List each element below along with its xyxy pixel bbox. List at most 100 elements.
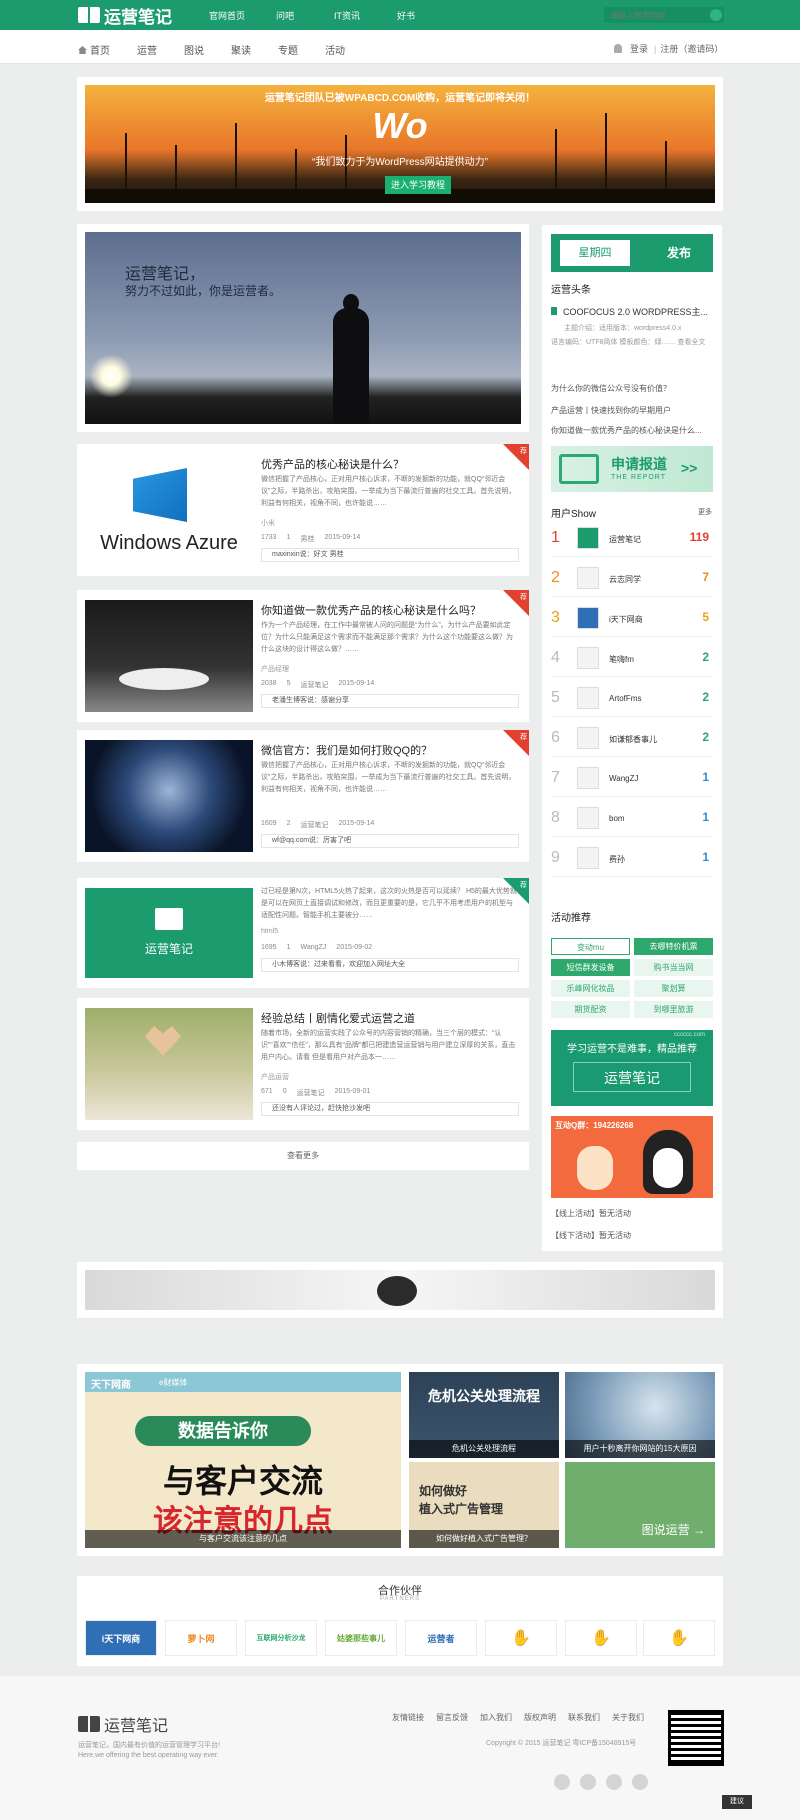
nav-topics[interactable]: 专题 — [278, 42, 298, 57]
more-link[interactable]: 更多 — [698, 507, 712, 517]
gallery-more-button[interactable]: 图说运营 → — [565, 1462, 715, 1548]
load-more-button[interactable]: 查看更多 — [77, 1142, 529, 1170]
nav-operation[interactable]: 运营 — [137, 42, 157, 57]
partner-logo[interactable]: 运营者 — [405, 1620, 477, 1656]
topnav-home[interactable]: 官网首页 — [209, 9, 245, 22]
site-logo-text: 运营笔记 — [104, 7, 172, 27]
news-item[interactable]: 为什么你的微信公众号没有价值？ — [551, 383, 671, 394]
footer-logo[interactable]: 运营笔记 — [78, 1712, 168, 1736]
handshake-icon[interactable]: ✋ — [643, 1620, 715, 1656]
article-excerpt: 作为一个产品经理，在工作中最常被人问的问题是“为什么”。为什么产品要如此定位？为… — [261, 622, 513, 653]
rank-item[interactable]: 7 WangZJ 1 — [551, 761, 713, 797]
gallery-headline: 如何做好 — [419, 1484, 468, 1498]
activity-link[interactable]: 购书当当网 — [634, 959, 713, 976]
footer-link[interactable]: 关于我们 — [612, 1712, 644, 1723]
footer-link[interactable]: 版权声明 — [524, 1712, 556, 1723]
article-thumbnail[interactable] — [85, 600, 253, 712]
search-input[interactable] — [604, 7, 700, 24]
footer-link[interactable]: 留言反馈 — [436, 1712, 468, 1723]
enter-tutorial-button[interactable]: 进入学习教程 — [385, 176, 451, 194]
author-name[interactable]: 运营笔记 — [300, 820, 328, 830]
partner-logo[interactable]: i天下网商 — [85, 1620, 157, 1656]
online-activity[interactable]: 【线上活动】暂无活动 — [551, 1208, 631, 1219]
author-name[interactable]: WangZJ — [300, 944, 326, 951]
wechat-icon[interactable] — [580, 1774, 596, 1790]
activity-link[interactable]: 乐峰网化妆品 — [551, 980, 630, 997]
footer-link[interactable]: 联系我们 — [568, 1712, 600, 1723]
avatar — [577, 607, 599, 629]
handshake-icon[interactable]: ✋ — [565, 1620, 637, 1656]
register-link[interactable]: 注册（邀请码） — [660, 42, 723, 55]
article-title[interactable]: 优秀产品的核心秘诀是什么？ — [261, 456, 404, 472]
star-icon[interactable] — [632, 1774, 648, 1790]
rank-item[interactable]: 5 ArtofFms 2 — [551, 681, 713, 717]
rank-item[interactable]: 6 如谦郁香事儿 2 — [551, 721, 713, 757]
search-icon[interactable] — [710, 9, 722, 21]
qq-icon[interactable] — [606, 1774, 622, 1790]
offline-activity[interactable]: 【线下活动】暂无活动 — [551, 1230, 631, 1241]
post-date: 2015-09-14 — [338, 680, 375, 687]
views-count: 1609 — [261, 820, 277, 827]
article-title[interactable]: 经验总结丨剧情化爱式运营之道 — [261, 1010, 415, 1026]
topnav-ask[interactable]: 问吧 — [276, 9, 294, 22]
rank-item[interactable]: 3 i天下网商 5 — [551, 601, 713, 637]
footer-link[interactable]: 加入我们 — [480, 1712, 512, 1723]
login-link[interactable]: 登录 — [630, 42, 648, 55]
feedback-button[interactable]: 建议 — [722, 1795, 752, 1809]
author-name[interactable]: 运营笔记 — [300, 680, 328, 690]
activity-link[interactable]: 聚划算 — [634, 980, 713, 997]
top-news-link[interactable]: COOFOCUS 2.0 WORDPRESS主... — [551, 305, 708, 318]
partner-logo[interactable]: 萝卜网 — [165, 1620, 237, 1656]
activity-link[interactable]: 期货配资 — [551, 1001, 630, 1018]
nav-reading[interactable]: 聚读 — [231, 42, 251, 57]
article-title[interactable]: 你知道做一款优秀产品的核心秘诀是什么吗？ — [261, 602, 481, 618]
article-thumbnail[interactable] — [85, 740, 253, 852]
rank-item[interactable]: 9 费孙 1 — [551, 841, 713, 877]
learn-promo[interactable]: 学习运营不是难事，精品推荐 cccccc.com 运营笔记 — [551, 1030, 713, 1106]
article-tag[interactable]: 产品经理 — [261, 664, 289, 674]
partner-logo[interactable]: 姑婆那些事儿 — [325, 1620, 397, 1656]
nav-illustrated[interactable]: 图说 — [184, 42, 204, 57]
gallery-feature[interactable]: 天下网商 e财媒体 数据告诉你 与客户交流 该注意的几点 与客户交流该注意的几点 — [85, 1372, 401, 1548]
activity-link[interactable]: 到哪里旅游 — [634, 1001, 713, 1018]
rank-item[interactable]: 2 云志同学 7 — [551, 561, 713, 597]
promo-banner[interactable]: 运营笔记团队已被WPABCD.COM收购，运营笔记即将关闭！ Wo “我们致力于… — [85, 85, 715, 203]
topnav-books[interactable]: 好书 — [397, 9, 415, 22]
hero-image[interactable]: 运营笔记， 努力不过如此，你是运营者。 — [85, 232, 521, 424]
author-name[interactable]: 运营笔记 — [297, 1088, 325, 1098]
site-logo[interactable]: 运营笔记 — [78, 5, 172, 27]
article-thumbnail[interactable] — [85, 1008, 253, 1120]
topnav-it-news[interactable]: IT资讯 — [334, 9, 360, 22]
article-tag[interactable]: 产品运营 — [261, 1072, 289, 1082]
tab-weekday[interactable]: 星期四 — [560, 240, 630, 266]
nav-events[interactable]: 活动 — [325, 42, 345, 57]
apply-report-button[interactable]: 申请报道 THE REPORT >> — [551, 446, 713, 492]
article-thumbnail[interactable]: Windows Azure — [85, 454, 253, 566]
ad-banner[interactable] — [85, 1270, 715, 1310]
article-thumbnail[interactable]: 运营笔记 — [85, 888, 253, 978]
article-tag[interactable]: html5 — [261, 928, 278, 935]
nav-home[interactable]: 首页 — [78, 42, 110, 57]
gallery-item[interactable]: 用户十秒离开你网站的15大原因 — [565, 1372, 715, 1458]
gallery-item[interactable]: 如何做好 植入式广告管理 如何做好植入式广告管理？ — [409, 1462, 559, 1548]
rank-item[interactable]: 4 笔嗨fm 2 — [551, 641, 713, 677]
author-name[interactable]: 男桂 — [300, 534, 314, 544]
tab-publish[interactable]: 发布 — [649, 240, 709, 266]
qq-group-promo[interactable]: 互动Q群：194226268 — [551, 1116, 713, 1198]
rank-item[interactable]: 8 bom 1 — [551, 801, 713, 837]
views-count: 2038 — [261, 680, 277, 687]
article-title[interactable]: 微信官方：我们是如何打败QQ的？ — [261, 742, 432, 758]
activity-link[interactable]: 短信群发设备 — [551, 959, 630, 976]
partner-logo[interactable]: 互联网分析沙龙 — [245, 1620, 317, 1656]
article-tag[interactable]: 小米 — [261, 518, 275, 528]
handshake-icon[interactable]: ✋ — [485, 1620, 557, 1656]
activity-link[interactable]: 去哪特价机票 — [634, 938, 713, 955]
news-item[interactable]: 产品运营丨快速找到你的早期用户 — [551, 405, 671, 416]
news-item[interactable]: 你知道做一款优秀产品的核心秘诀是什么... — [551, 425, 702, 436]
user-icon — [614, 44, 622, 53]
gallery-item[interactable]: 危机公关处理流程 危机公关处理流程 — [409, 1372, 559, 1458]
weibo-icon[interactable] — [554, 1774, 570, 1790]
footer-link[interactable]: 友情链接 — [392, 1712, 424, 1723]
activity-link[interactable]: 变动mu — [551, 938, 630, 955]
rank-item[interactable]: 1 运营笔记 119 — [551, 521, 713, 557]
